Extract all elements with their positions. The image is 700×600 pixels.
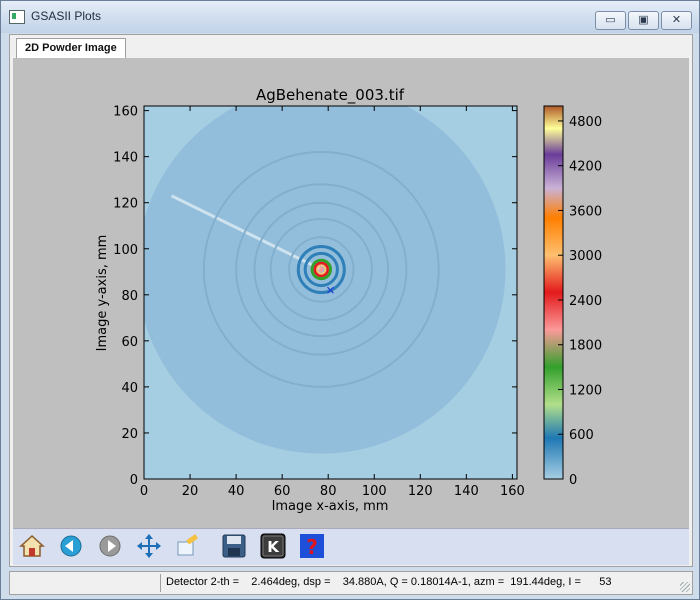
beam-spot (318, 267, 324, 272)
home-icon[interactable] (19, 533, 45, 559)
pan-icon[interactable] (136, 533, 162, 559)
y-tick-label: 100 (113, 243, 138, 258)
y-tick-label: 120 (113, 197, 138, 212)
y-tick-label: 20 (121, 427, 138, 442)
back-icon[interactable] (58, 533, 84, 559)
window-title: GSASII Plots (31, 9, 102, 23)
tab-2d-powder-image[interactable]: 2D Powder Image (16, 38, 126, 59)
colorbar-tick-label: 1800 (569, 339, 602, 354)
y-tick-label: 0 (130, 473, 138, 488)
x-tick-label: 80 (320, 484, 337, 499)
colorbar-tick-label: 3000 (569, 249, 602, 264)
plot-title: AgBehenate_003.tif (256, 86, 405, 105)
x-axis-label: Image x-axis, mm (272, 499, 389, 514)
edit-icon[interactable] (175, 533, 201, 559)
save-icon[interactable] (221, 533, 247, 559)
colorbar-tick-label: 1200 (569, 383, 602, 398)
y-tick-label: 80 (121, 289, 138, 304)
key-glyph: K (267, 538, 280, 556)
close-button[interactable]: ✕ (661, 11, 692, 30)
x-tick-label: 120 (408, 484, 433, 499)
help-icon[interactable]: ? (299, 533, 325, 559)
status-separator (160, 574, 161, 592)
title-bar[interactable]: GSASII Plots ▭ ▣ ✕ (1, 1, 699, 33)
y-tick-label: 160 (113, 105, 138, 120)
cursor-readout: Detector 2-th = 2.464deg, dsp = 34.880A,… (166, 576, 612, 588)
plot-canvas[interactable]: 0 20 40 60 80 100 120 140 160 0 20 40 60 80 100 120 140… (13, 58, 689, 528)
x-tick-label: 60 (274, 484, 291, 499)
x-tick-label: 40 (228, 484, 245, 499)
plot-panel: 0 20 40 60 80 100 120 140 160 0 20 40 60 80 100 120 140… (9, 58, 693, 567)
colorbar-tick-label: 4800 (569, 115, 602, 130)
minimize-button[interactable]: ▭ (595, 11, 626, 30)
colorbar-tick-label: 3600 (569, 204, 602, 219)
y-tick-label: 140 (113, 151, 138, 166)
help-glyph: ? (306, 535, 318, 559)
maximize-button[interactable]: ▣ (628, 11, 659, 30)
key-icon[interactable]: K (260, 533, 286, 559)
image-plot[interactable]: 0 20 40 60 80 100 120 140 160 0 20 40 60 80 100 120 140… (13, 58, 689, 528)
status-bar: Detector 2-th = 2.464deg, dsp = 34.880A,… (9, 571, 693, 595)
x-tick-label: 20 (182, 484, 199, 499)
x-tick-label: 140 (454, 484, 479, 499)
plot-window: GSASII Plots ▭ ▣ ✕ 2D Powder Image 0 20 … (0, 0, 700, 600)
colorbar-tick-label: 4200 (569, 160, 602, 175)
plot-toolbar: K ? (13, 528, 689, 565)
forward-icon[interactable] (97, 533, 123, 559)
colorbar-tick-label: 600 (569, 428, 594, 443)
x-tick-label: 160 (500, 484, 525, 499)
colorbar (543, 105, 564, 480)
colorbar-tick-label: 2400 (569, 294, 602, 309)
y-tick-label: 40 (121, 381, 138, 396)
colorbar-tick-label: 0 (569, 473, 577, 488)
x-tick-label: 0 (140, 484, 148, 499)
app-icon (9, 10, 25, 24)
resize-grip[interactable] (680, 582, 690, 592)
y-axis-label: Image y-axis, mm (95, 235, 110, 352)
y-tick-label: 60 (121, 335, 138, 350)
x-tick-label: 100 (362, 484, 387, 499)
tab-strip: 2D Powder Image (9, 34, 693, 59)
